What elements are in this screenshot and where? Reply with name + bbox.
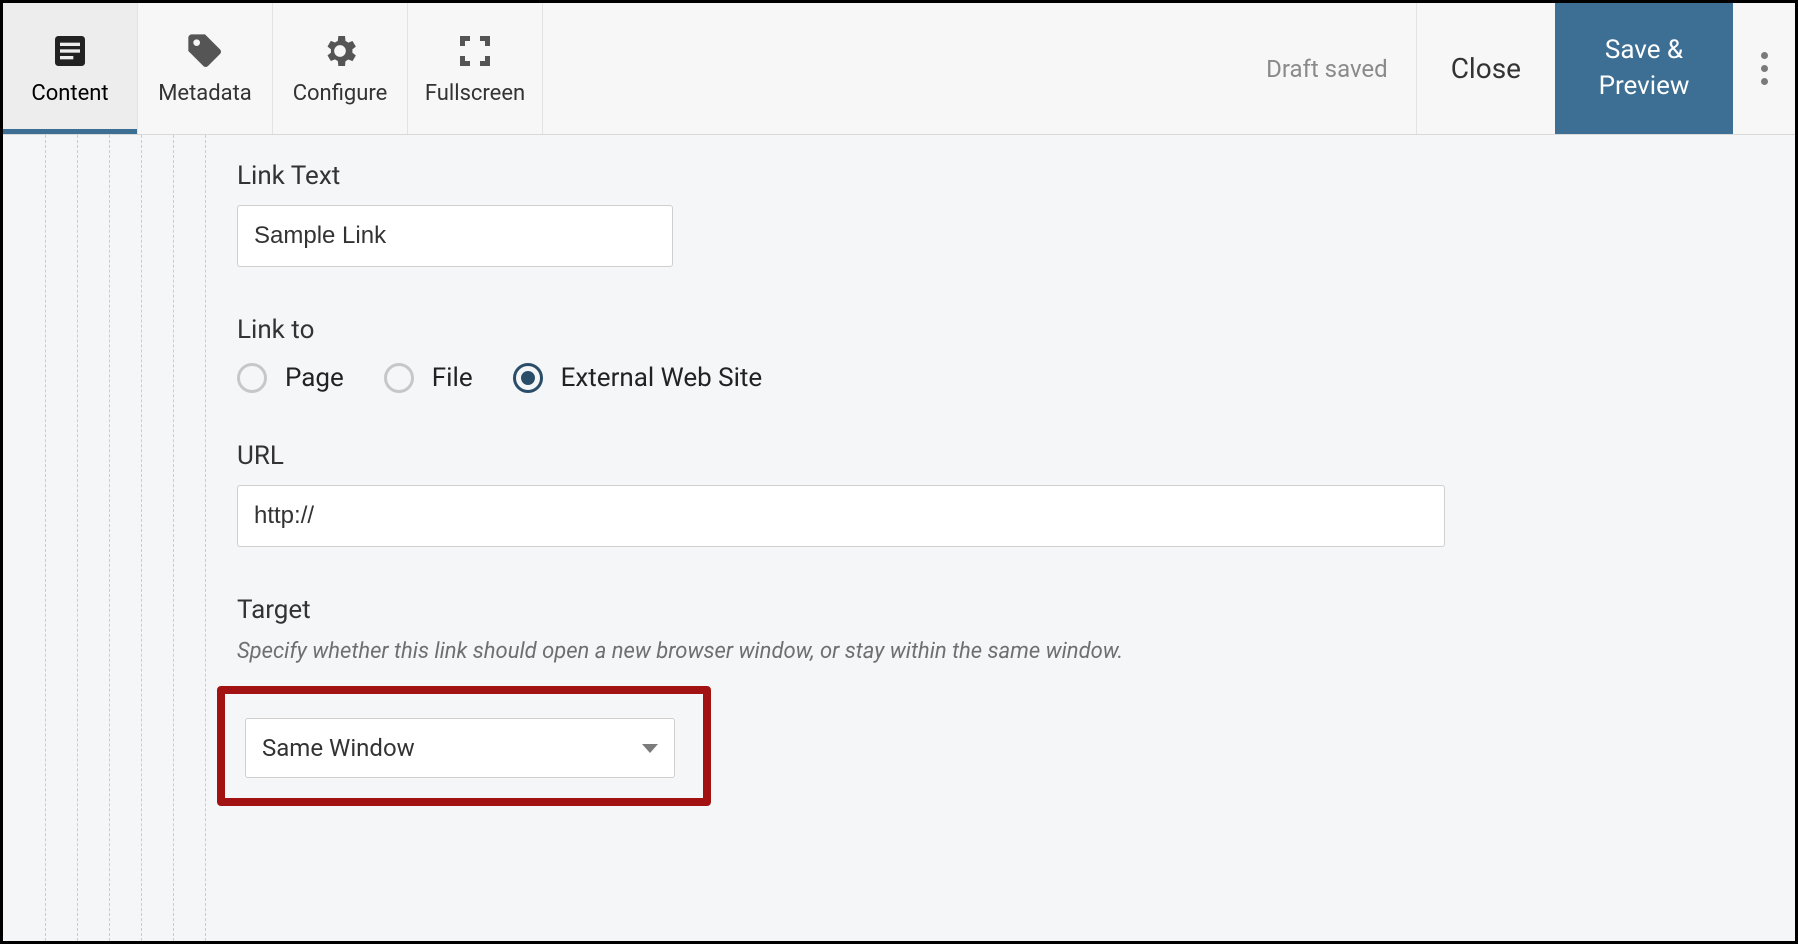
kebab-icon [1761,52,1768,85]
more-menu-button[interactable] [1733,3,1795,134]
tab-metadata[interactable]: Metadata [138,3,273,134]
radio-external[interactable]: External Web Site [513,363,763,393]
save-line-1: Save & [1605,33,1683,68]
tab-fullscreen-label: Fullscreen [425,81,525,106]
link-to-radio-group: Page File External Web Site [237,363,1755,393]
target-select[interactable]: Same Window [245,718,675,778]
target-help: Specify whether this link should open a … [237,639,1755,664]
radio-page[interactable]: Page [237,363,344,393]
save-preview-button[interactable]: Save & Preview [1555,3,1733,134]
url-input[interactable] [237,485,1445,547]
tab-configure-label: Configure [293,81,388,106]
tag-icon [185,31,225,71]
draft-status: Draft saved [1238,3,1416,134]
radio-external-label: External Web Site [561,363,763,393]
tab-fullscreen[interactable]: Fullscreen [408,3,543,134]
chevron-down-icon [642,744,658,753]
tab-configure[interactable]: Configure [273,3,408,134]
close-button[interactable]: Close [1416,3,1555,134]
radio-page-label: Page [285,363,344,393]
link-text-label: Link Text [237,161,1755,191]
radio-file[interactable]: File [384,363,473,393]
radio-file-label: File [432,363,473,393]
tab-content[interactable]: Content [3,3,138,134]
url-label: URL [237,441,1755,471]
link-text-input[interactable] [237,205,673,267]
content-icon [50,31,90,71]
tree-gutters [3,135,237,941]
gear-icon [320,31,360,71]
radio-file-circle [384,363,414,393]
radio-page-circle [237,363,267,393]
radio-external-circle [513,363,543,393]
top-toolbar: Content Metadata Configure Fullscreen Dr… [3,3,1795,135]
target-select-value: Same Window [262,734,415,762]
tab-metadata-label: Metadata [158,81,252,106]
target-label: Target [237,595,1755,625]
target-highlight: Same Window [217,686,711,806]
link-to-label: Link to [237,315,1755,345]
tab-content-label: Content [31,81,108,106]
fullscreen-icon [455,31,495,71]
save-line-2: Preview [1599,69,1690,104]
